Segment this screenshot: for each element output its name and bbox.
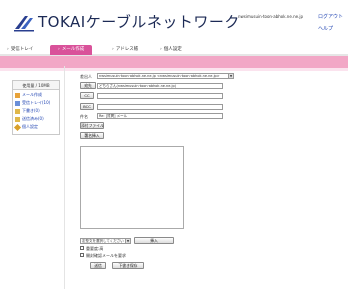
sidebar-item-compose[interactable]: メール作成 — [15, 91, 42, 99]
pink-banner — [0, 56, 348, 68]
folder-icon — [15, 108, 20, 114]
folder-icon — [15, 116, 20, 122]
send-button[interactable]: 送信 — [90, 262, 106, 269]
subject-label: 件名 — [80, 114, 88, 119]
template-select[interactable]: 定型文を選択してください — [80, 238, 126, 244]
envelope-icon — [15, 92, 20, 98]
sidebar-item-inbox[interactable]: 受信トレイ(10) — [15, 99, 50, 107]
column-divider — [64, 66, 65, 289]
receipt-label: 開封確認メールを要求 — [86, 253, 126, 258]
sidebar-item-label: 送信済み(0) — [22, 116, 44, 121]
chevron-down-icon: ▼ — [229, 74, 233, 78]
tab-compose-label: メール作成 — [61, 47, 85, 52]
sidebar: 使用量 / 10MB メール作成 受信トレイ(10) 下書き(0) 送信済み(0… — [12, 80, 60, 135]
logo-text: TOKAIケーブルネットワーク — [38, 13, 240, 31]
message-body[interactable] — [80, 146, 184, 229]
save-draft-button[interactable]: 下書き保存 — [112, 262, 144, 269]
subject-field[interactable]: Re: [質問] メール — [97, 113, 223, 119]
user-address: nwsimusuin·toon·abhok.ne.ne.jp — [238, 14, 303, 19]
cc-button[interactable]: CC — [80, 92, 94, 99]
sidebar-item-label: 個人設定 — [22, 124, 38, 129]
important-checkbox[interactable] — [80, 246, 84, 250]
sidebar-item-sent[interactable]: 送信済み(0) — [15, 115, 44, 123]
chevron-down-icon: ▼ — [126, 239, 130, 243]
tab-inbox[interactable]: › 受信トレイ — [7, 45, 33, 55]
tab-address-book-label: アドレス帳 — [115, 47, 139, 52]
to-button[interactable]: 宛先 — [80, 82, 96, 89]
bcc-field[interactable] — [97, 104, 223, 110]
arrow-icon: › — [112, 47, 114, 52]
tab-compose[interactable]: › メール作成 — [50, 45, 93, 55]
insert-button[interactable]: 挿入 — [134, 237, 174, 244]
cc-field[interactable] — [97, 93, 223, 99]
receipt-checkbox[interactable] — [80, 253, 84, 257]
pink-strip — [0, 68, 348, 71]
important-label: 重要度:高 — [86, 246, 104, 251]
attach-button[interactable]: 添付ファイル — [80, 122, 104, 129]
header: TOKAIケーブルネットワーク nwsimusuin·toon·abhok.ne… — [0, 0, 348, 42]
tab-inbox-label: 受信トレイ — [10, 47, 34, 52]
pencil-icon — [13, 123, 22, 131]
sidebar-item-label: メール作成 — [22, 92, 42, 97]
sidebar-item-drafts[interactable]: 下書き(0) — [15, 107, 40, 115]
tab-bar: › 受信トレイ › メール作成 › アドレス帳 › 個人設定 — [0, 45, 348, 56]
template-select-arrow[interactable]: ▼ — [125, 238, 131, 244]
from-select-arrow[interactable]: ▼ — [228, 73, 234, 79]
help-link[interactable]: ヘルプ — [318, 25, 333, 32]
arrow-icon: › — [7, 47, 9, 52]
to-field[interactable]: どちらさん(nwsimusuin·toon·abhok.ne.ne.jp) — [97, 83, 223, 89]
bcc-button[interactable]: BCC — [80, 103, 94, 110]
sidebar-heading: 使用量 / 10MB — [13, 81, 59, 90]
logout-link[interactable]: ログアウト — [318, 13, 343, 20]
from-select[interactable]: nwsimusuin·toon·abhok.ne.ne.jp <nwsimusu… — [97, 73, 229, 79]
inbox-icon — [15, 100, 20, 106]
arrow-icon: › — [160, 47, 162, 52]
tab-settings-label: 個人設定 — [163, 47, 182, 52]
tab-settings[interactable]: › 個人設定 — [160, 45, 182, 55]
arrow-icon: › — [58, 47, 60, 52]
logo-icon — [13, 13, 35, 33]
sidebar-item-settings[interactable]: 個人設定 — [13, 123, 38, 131]
sidebar-item-label: 下書き(0) — [22, 108, 40, 113]
tab-address-book[interactable]: › アドレス帳 — [112, 45, 138, 55]
signature-button[interactable]: 署名挿入 — [80, 132, 104, 139]
from-label: 差出人 — [80, 74, 92, 79]
sidebar-item-label: 受信トレイ(10) — [22, 100, 51, 105]
